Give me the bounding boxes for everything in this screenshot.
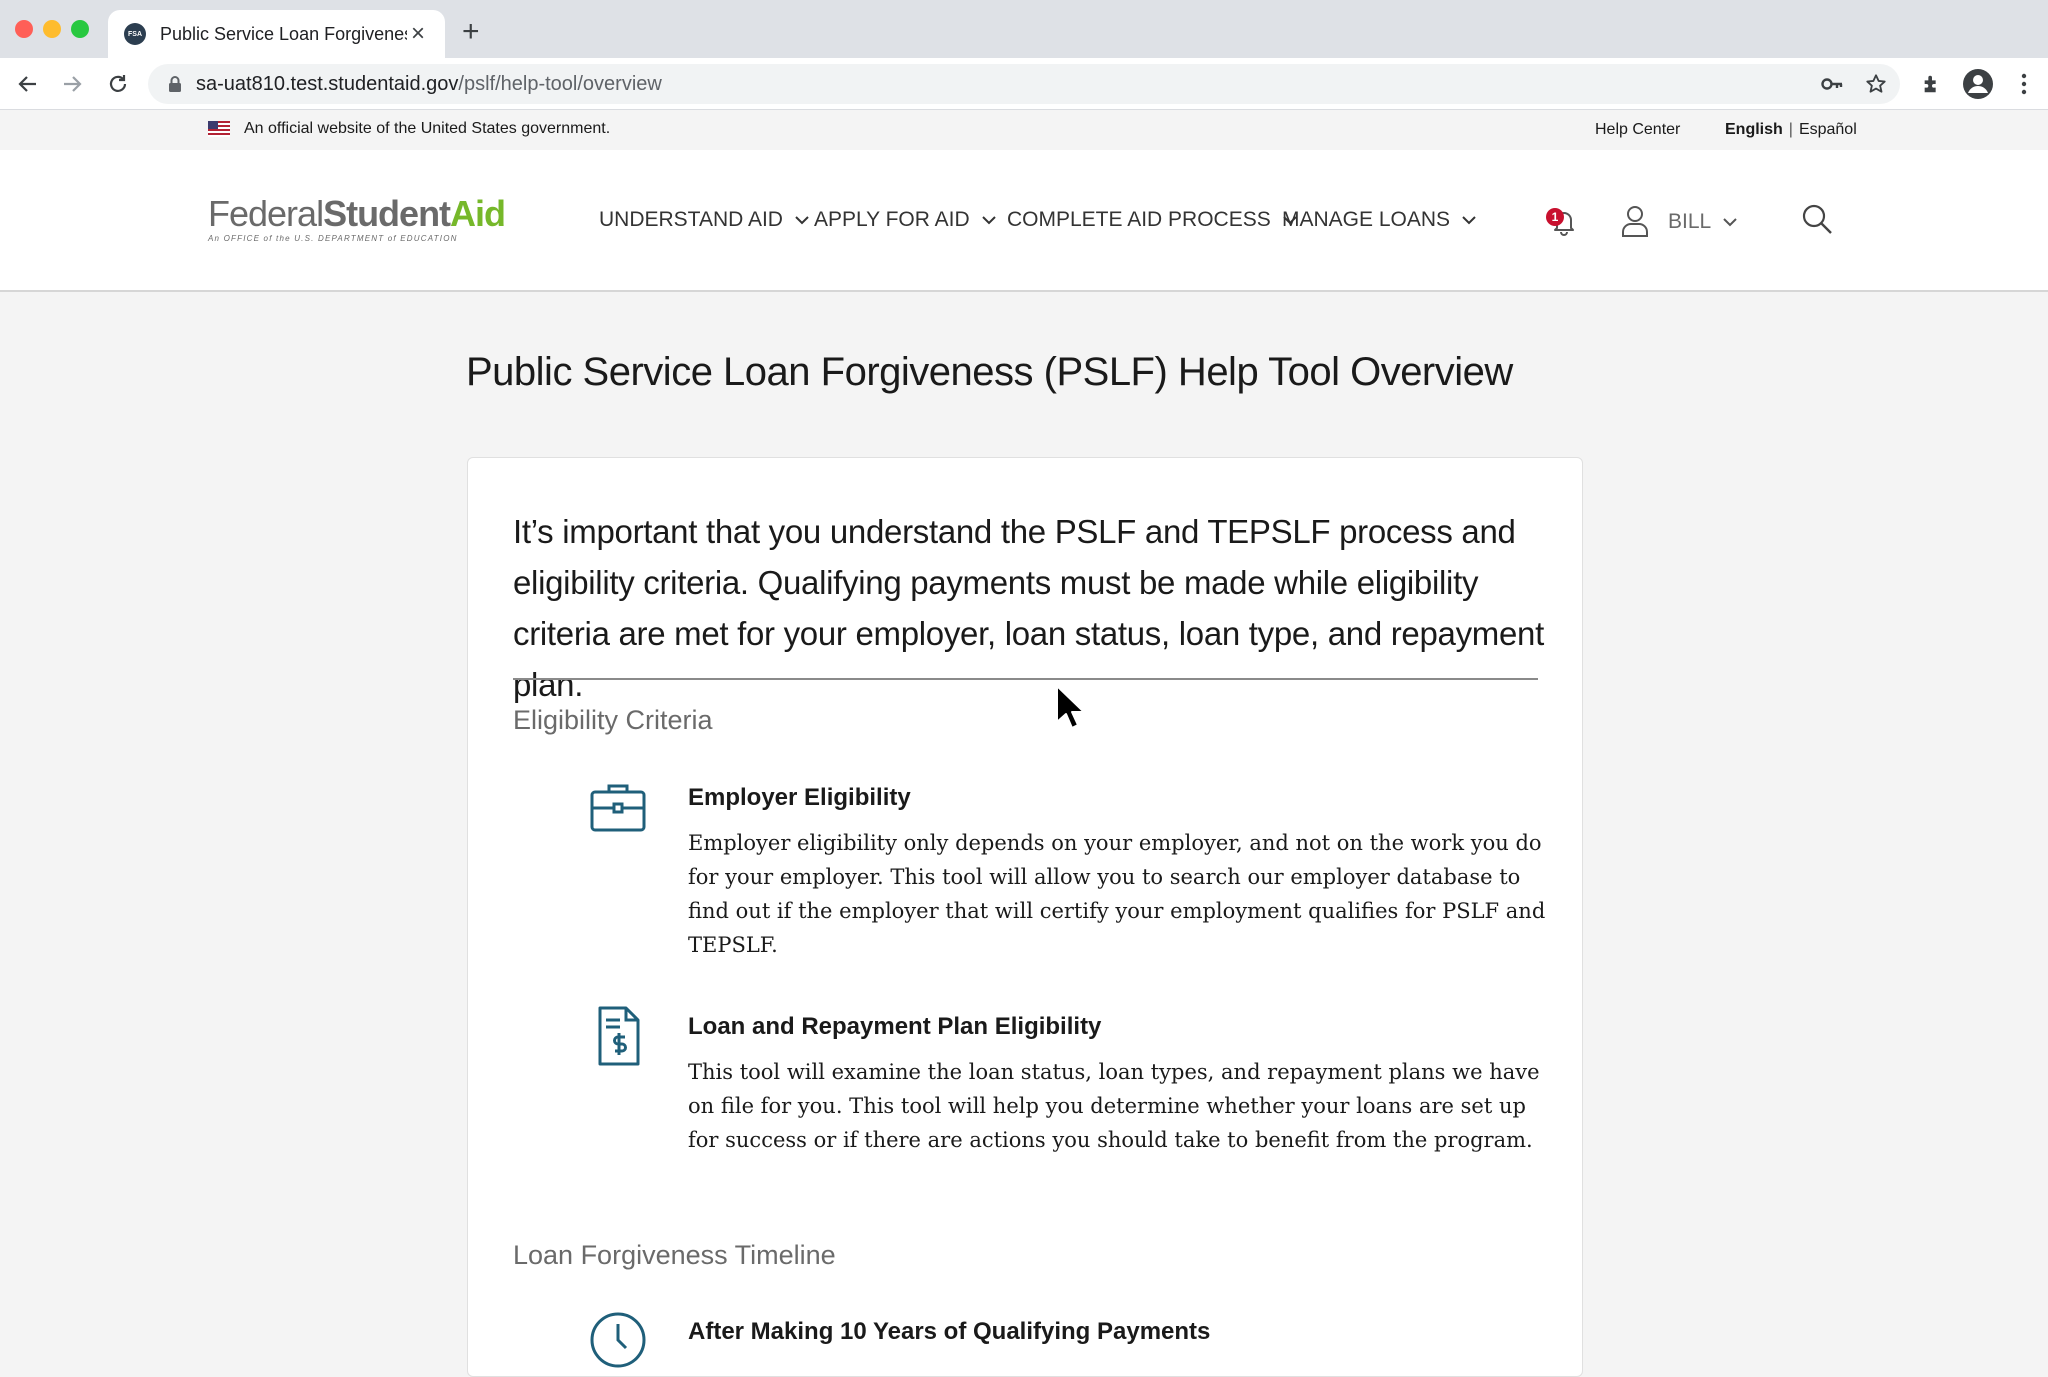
window-minimize-button[interactable] [43,20,61,38]
password-key-button[interactable] [1816,68,1848,100]
browser-tab-bar: FSA Public Service Loan Forgiveness × + [0,0,2048,58]
forward-button[interactable] [56,68,88,100]
tab-title: Public Service Loan Forgiveness [160,23,407,44]
reload-button[interactable] [102,68,134,100]
briefcase-icon [590,784,646,832]
profile-button[interactable] [1962,68,1994,100]
gov-banner: An official website of the United States… [0,110,2048,150]
timeline-item-title: After Making 10 Years of Qualifying Paym… [688,1318,1211,1345]
new-tab-button[interactable]: + [462,17,480,47]
help-center-link[interactable]: Help Center [1595,121,1680,139]
puzzle-icon [1924,75,1936,93]
nav-label: APPLY FOR AID [814,208,970,231]
logo-subtitle: An OFFICE of the U.S. DEPARTMENT of EDUC… [208,234,458,243]
tab-close-icon[interactable]: × [407,22,429,46]
language-switcher: English | Español [1725,121,1857,139]
bookmark-star-button[interactable] [1860,68,1892,100]
url-text: sa-uat810.test.studentaid.gov/pslf/help-… [196,73,662,96]
address-bar[interactable]: sa-uat810.test.studentaid.gov/pslf/help-… [148,64,1900,104]
official-website-text: An official website of the United States… [244,120,611,137]
fsa-favicon-icon: FSA [124,23,146,45]
loan-forgiveness-timeline-heading: Loan Forgiveness Timeline [513,1240,836,1270]
lang-spanish-link[interactable]: Español [1799,121,1857,138]
us-flag-icon [208,121,230,137]
nav-complete-aid-process[interactable]: COMPLETE AID PROCESS [1007,208,1297,232]
arrow-left-icon [18,76,36,92]
section-divider [513,678,1538,680]
overview-card: It’s important that you understand the P… [467,457,1583,1377]
url-host: sa-uat810.test.studentaid.gov [196,72,459,95]
page-title: Public Service Loan Forgiveness (PSLF) H… [466,350,1513,394]
loan-eligibility-body: This tool will examine the loan status, … [688,1060,1540,1152]
lang-english-link[interactable]: English [1725,121,1783,138]
employer-eligibility-body: Employer eligibility only depends on you… [688,831,1546,957]
chevron-down-icon [795,215,809,224]
user-menu[interactable]: BILL [1668,210,1737,234]
logo-federal: Federal [208,193,324,234]
browser-tab[interactable]: FSA Public Service Loan Forgiveness × [108,10,445,58]
notification-count-badge: 1 [1546,208,1564,226]
lang-separator: | [1788,121,1793,138]
lock-icon [169,76,181,92]
nav-label: MANAGE LOANS [1282,208,1451,231]
chevron-down-icon [1462,215,1476,224]
eligibility-criteria-heading: Eligibility Criteria [513,705,713,735]
back-button[interactable] [12,68,44,100]
user-icon[interactable] [1620,204,1650,238]
user-name-label: BILL [1668,210,1712,233]
logo-student: Student [323,193,451,234]
logo-aid: Aid [450,193,506,234]
url-path: /pslf/help-tool/overview [458,72,662,95]
site-header: FederalStudentAid An OFFICE of the U.S. … [0,150,2048,292]
browser-toolbar: sa-uat810.test.studentaid.gov/pslf/help-… [0,58,2048,110]
chevron-down-icon [1723,217,1737,226]
nav-understand-aid[interactable]: UNDERSTAND AID [599,208,809,232]
browser-menu-button[interactable] [2008,68,2040,100]
account-circle-icon [1963,69,1993,99]
window-close-button[interactable] [15,20,33,38]
chevron-down-icon [981,215,996,224]
employer-eligibility-title: Employer Eligibility [688,784,911,811]
mouse-cursor-icon [1056,685,1085,729]
reload-icon [109,75,127,92]
search-icon[interactable] [1800,202,1834,236]
arrow-right-icon [64,76,82,92]
star-icon [1866,74,1886,93]
window-maximize-button[interactable] [71,20,89,38]
fsa-logo[interactable]: FederalStudentAid An OFFICE of the U.S. … [208,193,506,244]
nav-label: UNDERSTAND AID [599,208,783,231]
kebab-menu-icon [2021,73,2027,95]
nav-apply-for-aid[interactable]: APPLY FOR AID [814,208,996,232]
loan-eligibility-title: Loan and Repayment Plan Eligibility [688,1013,1102,1040]
nav-label: COMPLETE AID PROCESS [1007,208,1271,231]
clock-icon [590,1312,646,1368]
nav-manage-loans[interactable]: MANAGE LOANS [1282,208,1476,232]
key-icon [1821,78,1843,90]
document-dollar-icon [598,1006,640,1066]
logo-wordmark: FederalStudentAid [208,193,506,234]
extensions-button[interactable] [1916,68,1948,100]
